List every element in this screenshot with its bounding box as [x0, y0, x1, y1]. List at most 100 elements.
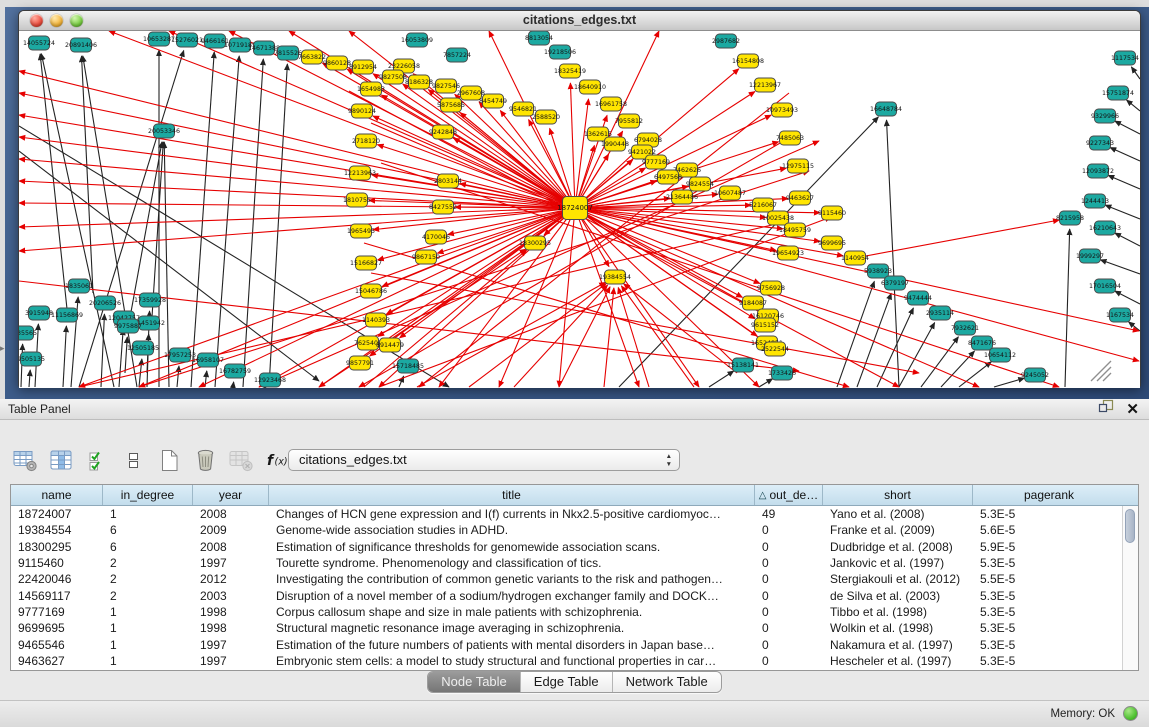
new-table-icon[interactable]	[156, 445, 183, 475]
table-cell[interactable]: 1	[103, 654, 193, 668]
table-cell[interactable]: 1	[103, 507, 193, 521]
table-row[interactable]: 911546021997Tourette syndrome. Phenomeno…	[11, 555, 1138, 571]
table-cell[interactable]: Genome-wide association studies in ADHD.	[269, 523, 755, 537]
table-source-select[interactable]: citations_edges.txt ▲▼	[288, 449, 680, 471]
scrollbar-thumb[interactable]	[1125, 509, 1135, 543]
table-cell[interactable]: 22420046	[11, 572, 103, 586]
table-cell[interactable]: 5.6E-5	[973, 523, 1125, 537]
close-window-icon[interactable]	[30, 14, 43, 27]
table-cell[interactable]: Yano et al. (2008)	[823, 507, 973, 521]
table-row[interactable]: 1938455462009Genome-wide association stu…	[11, 522, 1138, 538]
table-cell[interactable]: 1	[103, 621, 193, 635]
table-cell[interactable]: Estimation of the future numbers of pati…	[269, 638, 755, 652]
table-cell[interactable]: Tibbo et al. (1998)	[823, 605, 973, 619]
table-cell[interactable]: 19384554	[11, 523, 103, 537]
table-cell[interactable]: 0	[755, 540, 823, 554]
minimize-window-icon[interactable]	[50, 14, 63, 27]
table-cell[interactable]: Wolkin et al. (1998)	[823, 621, 973, 635]
table-cell[interactable]: 9115460	[11, 556, 103, 570]
table-cell[interactable]: 2012	[193, 572, 269, 586]
column-header-short[interactable]: short	[823, 485, 973, 505]
table-cell[interactable]: Embryonic stem cells: a model to study s…	[269, 654, 755, 668]
column-header-pagerank[interactable]: pagerank	[973, 485, 1125, 505]
table-cell[interactable]: 5.3E-5	[973, 605, 1125, 619]
resize-grip-icon[interactable]	[1091, 361, 1111, 381]
table-cell[interactable]: 0	[755, 556, 823, 570]
network-canvas[interactable]: 1405572420891406106532871527602194661611…	[19, 31, 1140, 388]
table-cell[interactable]: de Silva et al. (2003)	[823, 589, 973, 603]
table-cell[interactable]: Estimation of significance thresholds fo…	[269, 540, 755, 554]
table-cell[interactable]: 2009	[193, 523, 269, 537]
table-cell[interactable]: 1	[103, 605, 193, 619]
table-vertical-scrollbar[interactable]	[1122, 506, 1138, 670]
table-cell[interactable]: 9699695	[11, 621, 103, 635]
table-cell[interactable]: Jankovic et al. (1997)	[823, 556, 973, 570]
table-cell[interactable]: 9465546	[11, 638, 103, 652]
table-cell[interactable]: 9777169	[11, 605, 103, 619]
table-cell[interactable]: Nakamura et al. (1997)	[823, 638, 973, 652]
table-cell[interactable]: Tourette syndrome. Phenomenology and cla…	[269, 556, 755, 570]
table-cell[interactable]: 2003	[193, 589, 269, 603]
table-cell[interactable]: 2	[103, 589, 193, 603]
show-column-icon[interactable]	[48, 445, 75, 475]
table-settings-icon[interactable]	[12, 445, 39, 475]
column-header-title[interactable]: title	[269, 485, 755, 505]
table-cell[interactable]: 18724007	[11, 507, 103, 521]
delete-column-icon[interactable]	[192, 445, 219, 475]
table-cell[interactable]: 1998	[193, 621, 269, 635]
table-cell[interactable]: 2008	[193, 507, 269, 521]
table-cell[interactable]: 1998	[193, 605, 269, 619]
column-check-icon[interactable]	[84, 445, 111, 475]
table-cell[interactable]: 0	[755, 638, 823, 652]
table-cell[interactable]: 5.3E-5	[973, 556, 1125, 570]
table-cell[interactable]: 5.3E-5	[973, 621, 1125, 635]
table-row[interactable]: 2242004622012Investigating the contribut…	[11, 571, 1138, 587]
table-row[interactable]: 1456911722003Disruption of a novel membe…	[11, 587, 1138, 603]
table-row[interactable]: 946362711997Embryonic stem cells: a mode…	[11, 653, 1138, 669]
table-cell[interactable]: 5.3E-5	[973, 589, 1125, 603]
table-cell[interactable]: Disruption of a novel member of a sodium…	[269, 589, 755, 603]
table-cell[interactable]: 0	[755, 572, 823, 586]
table-cell[interactable]: 1997	[193, 556, 269, 570]
table-cell[interactable]: 0	[755, 654, 823, 668]
table-cell[interactable]: Changes of HCN gene expression and I(f) …	[269, 507, 755, 521]
function-builder-icon[interactable]: f(x)	[264, 445, 291, 475]
tab-edge-table[interactable]: Edge Table	[521, 672, 613, 692]
table-cell[interactable]: Hescheler et al. (1997)	[823, 654, 973, 668]
table-cell[interactable]: Investigating the contribution of common…	[269, 572, 755, 586]
table-cell[interactable]: 6	[103, 523, 193, 537]
row-mode-icon[interactable]	[120, 445, 147, 475]
table-row[interactable]: 946554611997Estimation of the future num…	[11, 636, 1138, 652]
table-row[interactable]: 1830029562008Estimation of significance …	[11, 539, 1138, 555]
table-cell[interactable]: 5.3E-5	[973, 507, 1125, 521]
network-window-titlebar[interactable]: citations_edges.txt	[19, 11, 1140, 31]
column-header-in_degree[interactable]: in_degree	[103, 485, 193, 505]
table-cell[interactable]: 49	[755, 507, 823, 521]
table-cell[interactable]: Stergiakouli et al. (2012)	[823, 572, 973, 586]
column-header-year[interactable]: year	[193, 485, 269, 505]
float-panel-icon[interactable]	[1098, 399, 1114, 419]
table-cell[interactable]: 9463627	[11, 654, 103, 668]
network-svg[interactable]: 1405572420891406106532871527602194661611…	[19, 31, 1140, 388]
tab-node-table[interactable]: Node Table	[428, 672, 521, 692]
table-cell[interactable]: 0	[755, 605, 823, 619]
table-cell[interactable]: Franke et al. (2009)	[823, 523, 973, 537]
table-cell[interactable]: Corpus callosum shape and size in male p…	[269, 605, 755, 619]
table-cell[interactable]: 6	[103, 540, 193, 554]
column-header-out_de[interactable]: △out_de…	[755, 485, 823, 505]
memory-status-icon[interactable]	[1123, 706, 1138, 721]
table-cell[interactable]: 0	[755, 589, 823, 603]
table-row[interactable]: 969969511998Structural magnetic resonanc…	[11, 620, 1138, 636]
table-cell[interactable]: 5.5E-5	[973, 572, 1125, 586]
table-row[interactable]: 1872400712008Changes of HCN gene express…	[11, 506, 1138, 522]
table-cell[interactable]: 5.9E-5	[973, 540, 1125, 554]
table-cell[interactable]: 1997	[193, 654, 269, 668]
close-panel-icon[interactable]: ✕	[1126, 402, 1139, 417]
table-cell[interactable]: 2	[103, 572, 193, 586]
table-cell[interactable]: Dudbridge et al. (2008)	[823, 540, 973, 554]
table-cell[interactable]: 5.3E-5	[973, 654, 1125, 668]
table-cell[interactable]: 18300295	[11, 540, 103, 554]
table-cell[interactable]: 14569117	[11, 589, 103, 603]
table-cell[interactable]: 2	[103, 556, 193, 570]
table-cell[interactable]: 1997	[193, 638, 269, 652]
